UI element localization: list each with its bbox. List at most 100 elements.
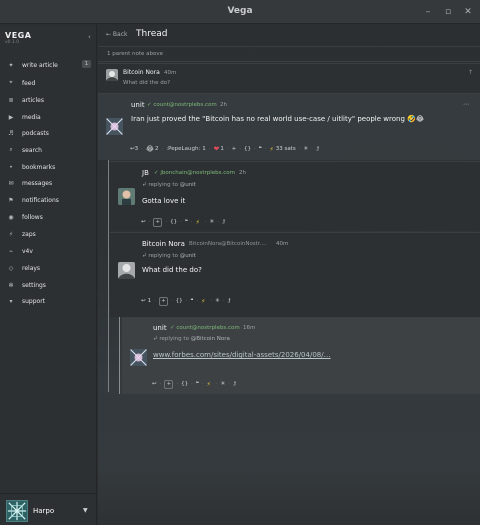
share-icon[interactable]: ⮥	[227, 298, 230, 305]
sidebar-item-settings[interactable]: ✻ settings	[0, 277, 96, 293]
up-icon[interactable]: ↑	[468, 69, 473, 76]
author-name[interactable]: Bitcoin Nora	[123, 69, 160, 76]
sparkle-icon[interactable]: ✳	[221, 381, 226, 387]
timestamp[interactable]: 16m	[243, 325, 255, 331]
author-name[interactable]: unit	[153, 324, 167, 332]
reply-target[interactable]: @unit	[180, 182, 196, 188]
sidebar-item-relays[interactable]: ◇ relays	[0, 260, 96, 276]
avatar-art	[118, 262, 135, 279]
brand-title: VEGA	[5, 31, 32, 40]
separator: ·	[176, 381, 179, 387]
timestamp[interactable]: 40m	[164, 70, 176, 76]
sparkle-icon[interactable]: ✳	[210, 219, 215, 225]
zap-icon[interactable]: ⚡	[207, 381, 211, 388]
add-reaction-button[interactable]: +	[158, 296, 168, 306]
sparkle-icon[interactable]: ✳	[215, 298, 220, 304]
title-bar: Vega – ▫ ✕	[0, 0, 480, 24]
sidebar-item-write-article[interactable]: ✦ write article 1	[0, 57, 96, 73]
sidebar-item-v4v[interactable]: ⌁ v4v	[0, 243, 96, 259]
zap-icon[interactable]: ⚡	[269, 146, 273, 153]
chevron-down-icon[interactable]: ▼	[83, 507, 88, 514]
separator: ·	[191, 381, 193, 387]
separator: ·	[239, 146, 242, 152]
avatar	[6, 500, 28, 522]
reply-note[interactable]: JB ✓ jbonchain@nostrplebs.com 2h ↲ reply…	[110, 161, 480, 231]
more-menu-icon[interactable]: ⋯	[463, 101, 469, 108]
avatar-art	[106, 69, 118, 81]
nip05-address[interactable]: BitcoinNora@BitcoinNostr....	[189, 241, 267, 247]
quote-icon[interactable]: ❝	[190, 298, 193, 304]
quote-icon[interactable]: ❝	[196, 381, 199, 387]
sidebar-item-podcasts[interactable]: ♬ podcasts	[0, 125, 96, 141]
article-link[interactable]: www.forbes.com/sites/digital-assets/2026…	[153, 351, 331, 359]
maximize-button[interactable]: ▫	[441, 5, 455, 19]
sidebar-item-media[interactable]: ▶ media	[0, 109, 96, 125]
zap-icon[interactable]: ⚡	[196, 219, 200, 226]
zap-icon[interactable]: ⚡	[201, 298, 205, 305]
sidebar-item-search[interactable]: ⌕ search	[0, 142, 96, 158]
parent-notes-indicator[interactable]: 1 parent note above	[98, 48, 480, 62]
minimize-button[interactable]: –	[421, 5, 435, 19]
share-icon[interactable]: ⮥	[233, 381, 236, 388]
main-note[interactable]: unit ✓ count@nostrplebs.com 2h ⋯ Iran ju…	[98, 93, 480, 160]
separator: ·	[196, 298, 199, 304]
sparkle-icon[interactable]: ✳	[303, 146, 308, 152]
custom-reaction[interactable]: :PepeLaugh:	[166, 146, 200, 152]
repost-icon[interactable]: {}	[176, 298, 183, 304]
timestamp[interactable]: 2h	[239, 170, 246, 176]
sidebar-item-follows[interactable]: ◉ follows	[0, 209, 96, 225]
reply-action[interactable]: ↩ 3 · 😂 2 · :PepeLaugh: 1 · ❤ 1 · + · {} · ❝ · ⚡ 33 …	[130, 144, 319, 154]
custom-reaction-count: 1	[202, 146, 206, 152]
replying-to: ↲ replying to @unit	[142, 182, 196, 188]
nip05-address[interactable]: ✓ jbonchain@nostrplebs.com	[154, 170, 235, 176]
sidebar-item-feed[interactable]: ⌖ feed	[0, 75, 96, 91]
sidebar-item-articles[interactable]: ≣ articles	[0, 92, 96, 108]
reply-note[interactable]: Bitcoin Nora BitcoinNora@BitcoinNostr...…	[110, 232, 480, 317]
articles-icon: ≣	[8, 96, 14, 104]
sidebar-item-bookmarks[interactable]: • bookmarks	[0, 159, 96, 175]
sidebar-item-label: v4v	[22, 247, 33, 255]
reply-target[interactable]: @unit	[180, 253, 196, 259]
share-icon[interactable]: ⮥	[222, 219, 225, 226]
repost-icon[interactable]: {}	[181, 381, 188, 387]
repost-icon[interactable]: {}	[170, 219, 177, 225]
parent-note[interactable]: Bitcoin Nora 40m What did the do? ↑	[98, 63, 480, 92]
replying-label: replying to	[148, 253, 178, 259]
quote-icon[interactable]: ❝	[185, 219, 188, 225]
collapse-sidebar-icon[interactable]: ‹	[88, 33, 91, 41]
sidebar-item-support[interactable]: ▾ support	[0, 293, 96, 309]
repost-icon[interactable]: {}	[244, 146, 251, 152]
author-name[interactable]: Bitcoin Nora	[142, 240, 185, 248]
author-name[interactable]: unit	[131, 101, 145, 109]
nip05-address[interactable]: ✓ count@nostrplebs.com	[147, 102, 217, 108]
close-button[interactable]: ✕	[461, 5, 475, 19]
nip05-address[interactable]: ✓ count@nostrplebs.com	[170, 325, 240, 331]
reply-icon[interactable]: ↩	[141, 298, 146, 304]
sidebar-item-notifications[interactable]: ⚑ notifications	[0, 192, 96, 208]
add-reaction-button[interactable]: +	[153, 217, 163, 227]
sidebar-item-messages[interactable]: ✉ messages	[0, 175, 96, 191]
reply-note[interactable]: unit ✓ count@nostrplebs.com 16m ↲ replyi…	[122, 317, 480, 394]
sidebar-item-label: articles	[22, 96, 44, 104]
quote-icon[interactable]: ❝	[259, 146, 262, 152]
nested-thread-connector	[119, 317, 120, 394]
laugh-icon: 😂	[145, 145, 155, 153]
separator: ·	[298, 146, 301, 152]
share-icon[interactable]: ⮥	[316, 146, 319, 153]
account-switcher[interactable]: Harpo ▼	[0, 493, 96, 525]
timestamp[interactable]: 2h	[220, 102, 227, 108]
add-reaction-icon[interactable]: +	[232, 146, 237, 152]
separator: ·	[217, 219, 219, 225]
plus-icon: ✦	[8, 61, 14, 69]
reply-icon[interactable]: ↩	[141, 219, 146, 225]
back-button[interactable]: ← Back	[106, 31, 128, 38]
sidebar-item-zaps[interactable]: ⚡ zaps	[0, 226, 96, 242]
reply-icon[interactable]: ↩	[152, 381, 157, 387]
timestamp[interactable]: 40m	[276, 241, 288, 247]
reply-target[interactable]: @Bitcoin Nora	[191, 336, 230, 342]
author-name[interactable]: JB	[142, 169, 149, 177]
user-avatar-art	[7, 501, 27, 521]
avatar	[106, 118, 123, 135]
add-reaction-button[interactable]: +	[164, 379, 174, 389]
separator: ·	[161, 146, 164, 152]
